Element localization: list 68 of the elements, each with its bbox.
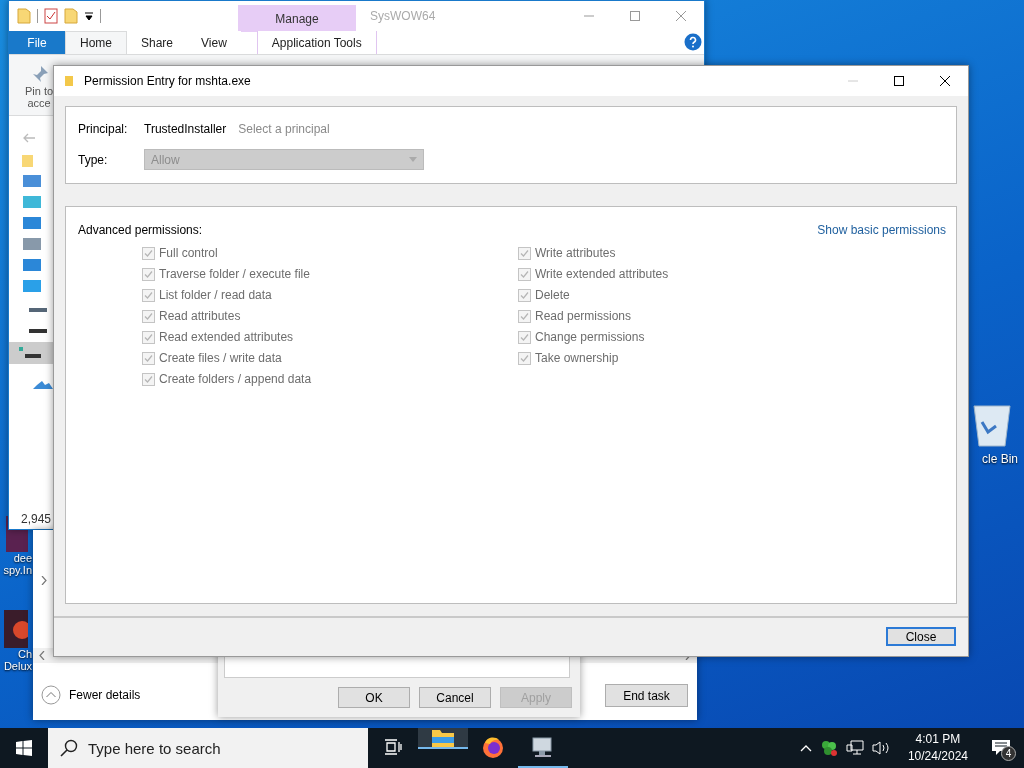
icon-label: Delux (3, 660, 32, 672)
fewer-details-link[interactable]: Fewer details (69, 688, 141, 702)
contextual-tab-header: Manage (238, 5, 356, 32)
tray-app-icon[interactable] (819, 739, 838, 757)
dialog-button[interactable]: OK (338, 687, 410, 708)
task-view-icon (384, 739, 402, 755)
ribbon-label: Pin to (24, 85, 54, 97)
back-arrow-icon[interactable] (23, 133, 35, 143)
icon-label: cle Bin (982, 452, 1019, 466)
checkbox-label: Read permissions (535, 309, 632, 323)
cloud-drive-icon[interactable] (31, 379, 55, 391)
dropdown-arrow-icon (409, 157, 417, 162)
notification-count: 4 (1001, 746, 1016, 761)
help-icon[interactable] (684, 33, 702, 51)
checkbox-label: Create folders / append data (159, 372, 312, 386)
folder-icon (431, 727, 455, 748)
clock-date[interactable]: 10/24/2024 (907, 748, 968, 765)
principal-name: TrustedInstaller (144, 122, 227, 136)
checkbox-label: Full control (159, 246, 218, 260)
search-field[interactable]: Type here to search (48, 728, 368, 768)
icon-label: Ch (17, 648, 32, 660)
checkbox-label: Read attributes (159, 309, 241, 323)
dialog-button[interactable]: Cancel (419, 687, 491, 708)
app-icon[interactable] (4, 610, 28, 648)
section-label: Advanced permissions: (78, 223, 203, 237)
network-drive-icon[interactable] (17, 346, 41, 360)
browser-icon (481, 735, 505, 759)
end-task-button[interactable]: End task (605, 684, 688, 707)
maximize-icon[interactable] (894, 76, 904, 86)
checkbox-label: Change permissions (535, 330, 645, 344)
folder-icon (64, 75, 74, 87)
network-icon[interactable] (845, 740, 864, 756)
checkbox-label: List folder / read data (159, 288, 272, 302)
select-principal-link[interactable]: Select a principal (238, 122, 330, 136)
checkbox-label: Create files / write data (159, 351, 282, 365)
dropdown-icon[interactable] (84, 11, 94, 21)
close-icon[interactable] (940, 76, 950, 86)
windows-start-icon[interactable] (16, 740, 32, 756)
ribbon-tab[interactable]: Application Tools (256, 31, 377, 54)
close-button[interactable]: Close (886, 627, 956, 646)
checkbox-label: Write extended attributes (535, 267, 669, 281)
collapse-icon[interactable] (41, 685, 61, 705)
properties-icon[interactable] (44, 8, 58, 24)
item-count: 2,945 (21, 512, 52, 526)
checkbox-label: Read extended attributes (159, 330, 294, 344)
show-basic-permissions-link[interactable]: Show basic permissions (817, 223, 946, 237)
icon-label: spy.In (3, 564, 32, 576)
volume-icon[interactable] (871, 740, 890, 756)
recycle-bin-icon[interactable] (972, 402, 1012, 448)
ribbon-tab[interactable]: Home (65, 31, 127, 54)
field-label: Principal: (78, 122, 129, 136)
window-title: Permission Entry for mshta.exe (84, 74, 251, 88)
checkbox-label: Take ownership (535, 351, 619, 365)
scroll-left-icon[interactable] (39, 651, 45, 660)
checkbox-label: Delete (535, 288, 570, 302)
new-folder-icon (64, 8, 78, 24)
folder-icon (17, 8, 31, 24)
chevron-up-icon[interactable] (799, 744, 812, 752)
checkbox-label: Traverse folder / execute file (159, 267, 310, 281)
clock-time[interactable]: 4:01 PM (915, 731, 961, 748)
field-label: Type: (78, 152, 109, 167)
ribbon-tab[interactable]: File (9, 31, 65, 54)
taskbar-button[interactable] (418, 728, 468, 749)
checkbox-label: Write attributes (535, 246, 616, 260)
ribbon-label: acce (27, 97, 51, 109)
search-icon (60, 739, 78, 757)
icon-label: dee (13, 552, 32, 564)
window-title: SysWOW64 (370, 9, 436, 23)
